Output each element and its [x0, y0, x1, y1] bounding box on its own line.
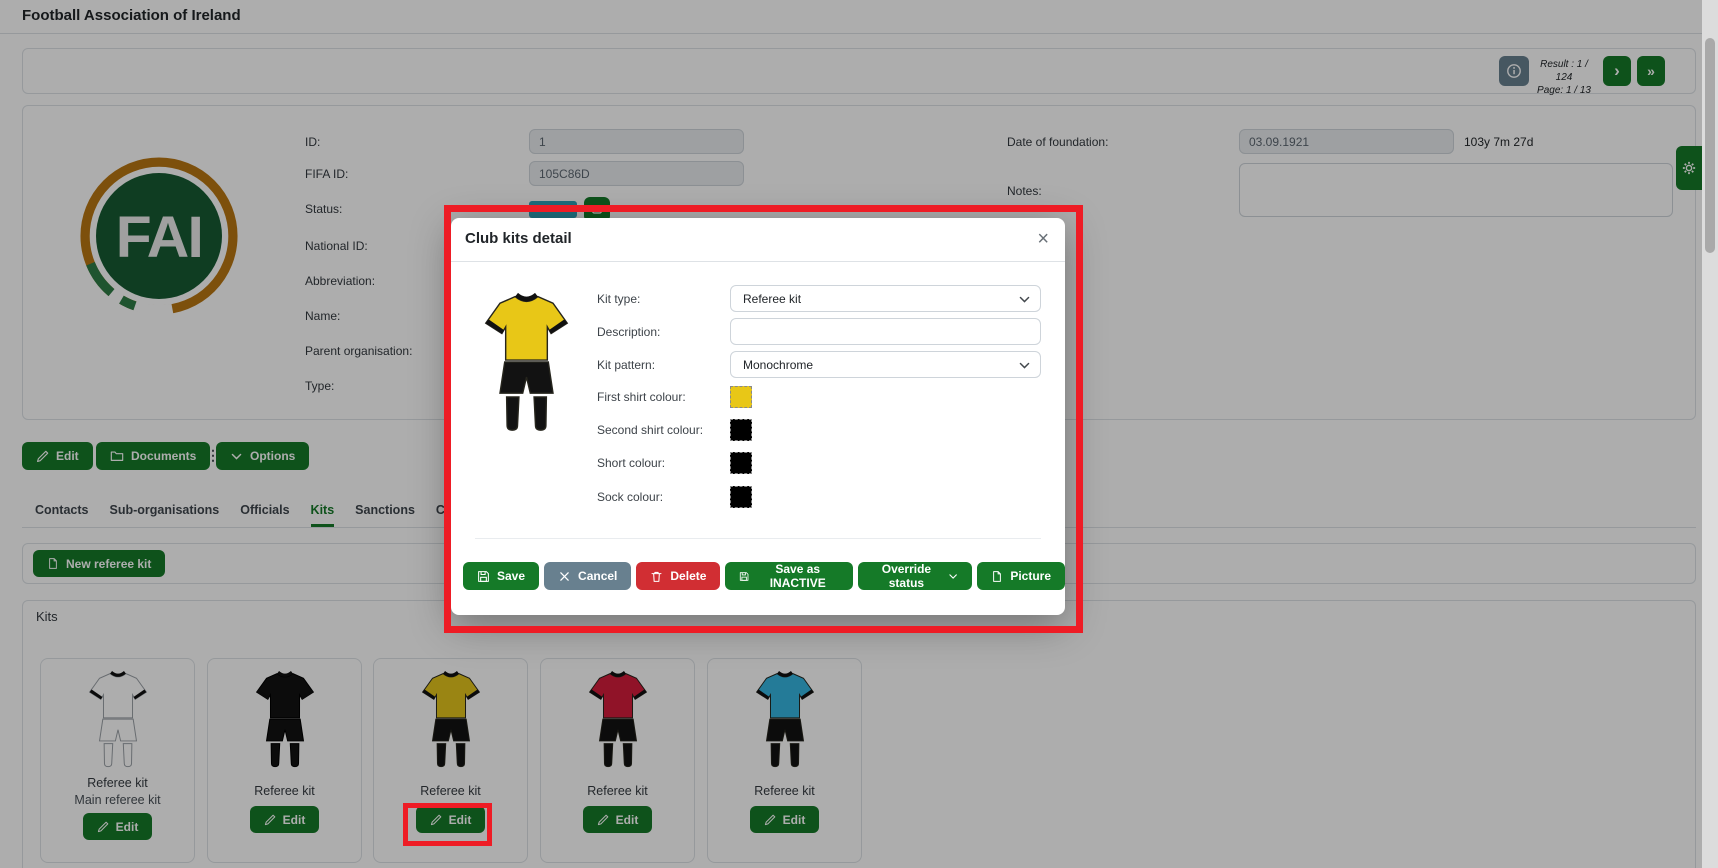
description-input[interactable] [730, 318, 1041, 345]
cancel-button[interactable]: Cancel [544, 562, 631, 590]
save-label: Save [497, 569, 525, 583]
file-icon [991, 570, 1003, 583]
delete-label: Delete [670, 569, 706, 583]
picture-button[interactable]: Picture [977, 562, 1065, 590]
kit-pattern-select[interactable]: Monochrome [730, 351, 1041, 378]
kit-type-value: Referee kit [743, 292, 801, 306]
override-status-label: Override status [872, 562, 941, 590]
modal-header: Club kits detail × [451, 218, 1065, 262]
save-as-inactive-label: Save as INACTIVE [757, 562, 839, 590]
modal-footer: Save Cancel Delete Save a [463, 562, 1065, 590]
second-shirt-colour-label: Second shirt colour: [597, 423, 730, 437]
modal-footer-divider [475, 538, 1041, 539]
sock-colour-swatch[interactable] [730, 486, 752, 508]
close-icon[interactable]: × [1037, 226, 1049, 252]
cancel-label: Cancel [578, 569, 617, 583]
chevron-down-icon [1018, 293, 1031, 306]
scrollbar-thumb[interactable] [1705, 38, 1715, 253]
app-window: Football Association of Ireland Result :… [0, 0, 1718, 868]
scrollbar-track[interactable] [1702, 0, 1718, 868]
trash-icon [650, 570, 663, 583]
kit-pattern-value: Monochrome [743, 358, 813, 372]
floppy-save-icon [477, 570, 490, 583]
floppy-save-icon [739, 570, 749, 583]
modal-title: Club kits detail [465, 230, 572, 247]
delete-button[interactable]: Delete [636, 562, 720, 590]
modal-kit-illustration [479, 290, 574, 432]
first-shirt-colour-swatch[interactable] [730, 386, 752, 408]
description-label: Description: [597, 325, 730, 339]
chevron-down-icon [1018, 359, 1031, 372]
short-colour-label: Short colour: [597, 456, 730, 470]
sock-colour-label: Sock colour: [597, 490, 730, 504]
override-status-button[interactable]: Override status [858, 562, 973, 590]
kit-pattern-label: Kit pattern: [597, 358, 730, 372]
x-icon [558, 570, 571, 583]
second-shirt-colour-swatch[interactable] [730, 419, 752, 441]
kit-type-label: Kit type: [597, 292, 730, 306]
first-shirt-colour-label: First shirt colour: [597, 390, 730, 404]
kit-type-select[interactable]: Referee kit [730, 285, 1041, 312]
save-button[interactable]: Save [463, 562, 539, 590]
picture-label: Picture [1010, 569, 1051, 583]
short-colour-swatch[interactable] [730, 452, 752, 474]
club-kits-detail-modal: Club kits detail × Kit type: Referee kit… [451, 218, 1065, 615]
save-as-inactive-button[interactable]: Save as INACTIVE [725, 562, 852, 590]
chevron-down-icon [948, 570, 958, 583]
